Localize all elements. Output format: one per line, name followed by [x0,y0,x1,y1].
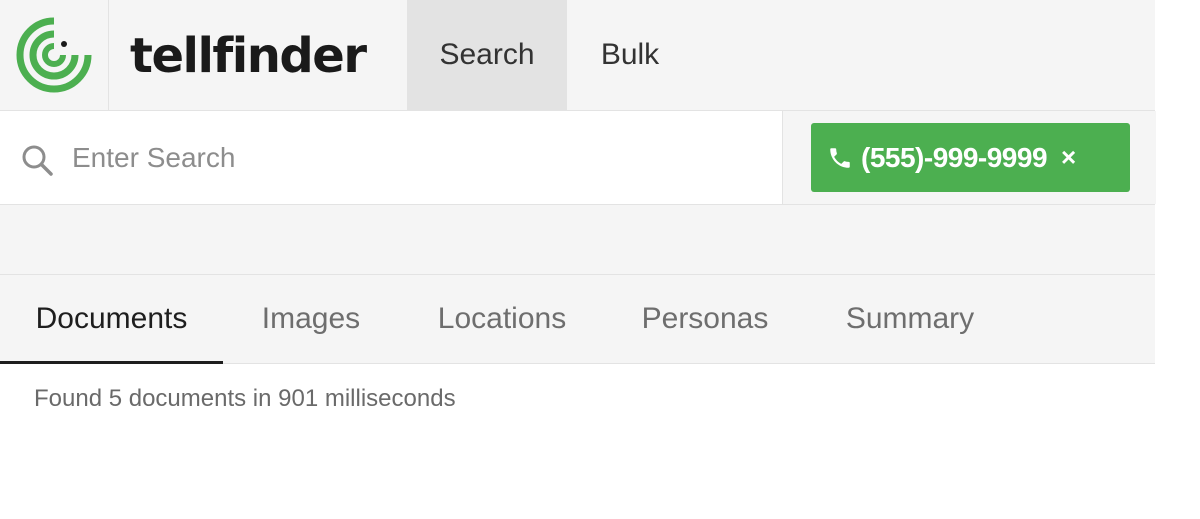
tab-label: Images [261,302,361,335]
tab-label: Summary [845,302,975,335]
active-filters: (555)-999-9999 × [782,111,1156,204]
search-input[interactable] [72,135,762,181]
tellfinder-logo-icon [16,17,92,93]
nav-tab-bulk[interactable]: Bulk [567,0,693,110]
nav-tab-search[interactable]: Search [407,0,567,110]
tab-personas[interactable]: Personas [625,275,785,363]
filter-band [0,205,1155,275]
tab-label: Documents [35,302,188,335]
tab-documents[interactable]: Documents [0,275,223,364]
search-bar: (555)-999-9999 × [0,111,1156,205]
phone-filter-chip[interactable]: (555)-999-9999 × [811,123,1130,192]
result-status-text: Found 5 documents in 901 milliseconds [34,385,456,412]
tab-label: Locations [437,302,567,335]
brand-wordmark: tellfinder [130,28,367,84]
app-window: tellfinder Search Bulk (555)-999-9999 × [0,0,1156,519]
tab-summary[interactable]: Summary [825,275,995,363]
top-nav-bar: tellfinder Search Bulk [0,0,1155,111]
remove-filter-icon[interactable]: × [1061,142,1076,173]
search-icon [22,145,53,176]
phone-icon [830,147,850,168]
nav-tab-label: Bulk [600,38,660,71]
nav-tab-label: Search [439,38,535,71]
logo-mark[interactable] [0,0,109,110]
tab-locations[interactable]: Locations [420,275,584,363]
result-tabs: Documents Images Locations Personas Summ… [0,275,1155,364]
phone-filter-label: (555)-999-9999 [861,141,1048,173]
tab-label: Personas [641,302,769,335]
tab-images[interactable]: Images [240,275,382,363]
